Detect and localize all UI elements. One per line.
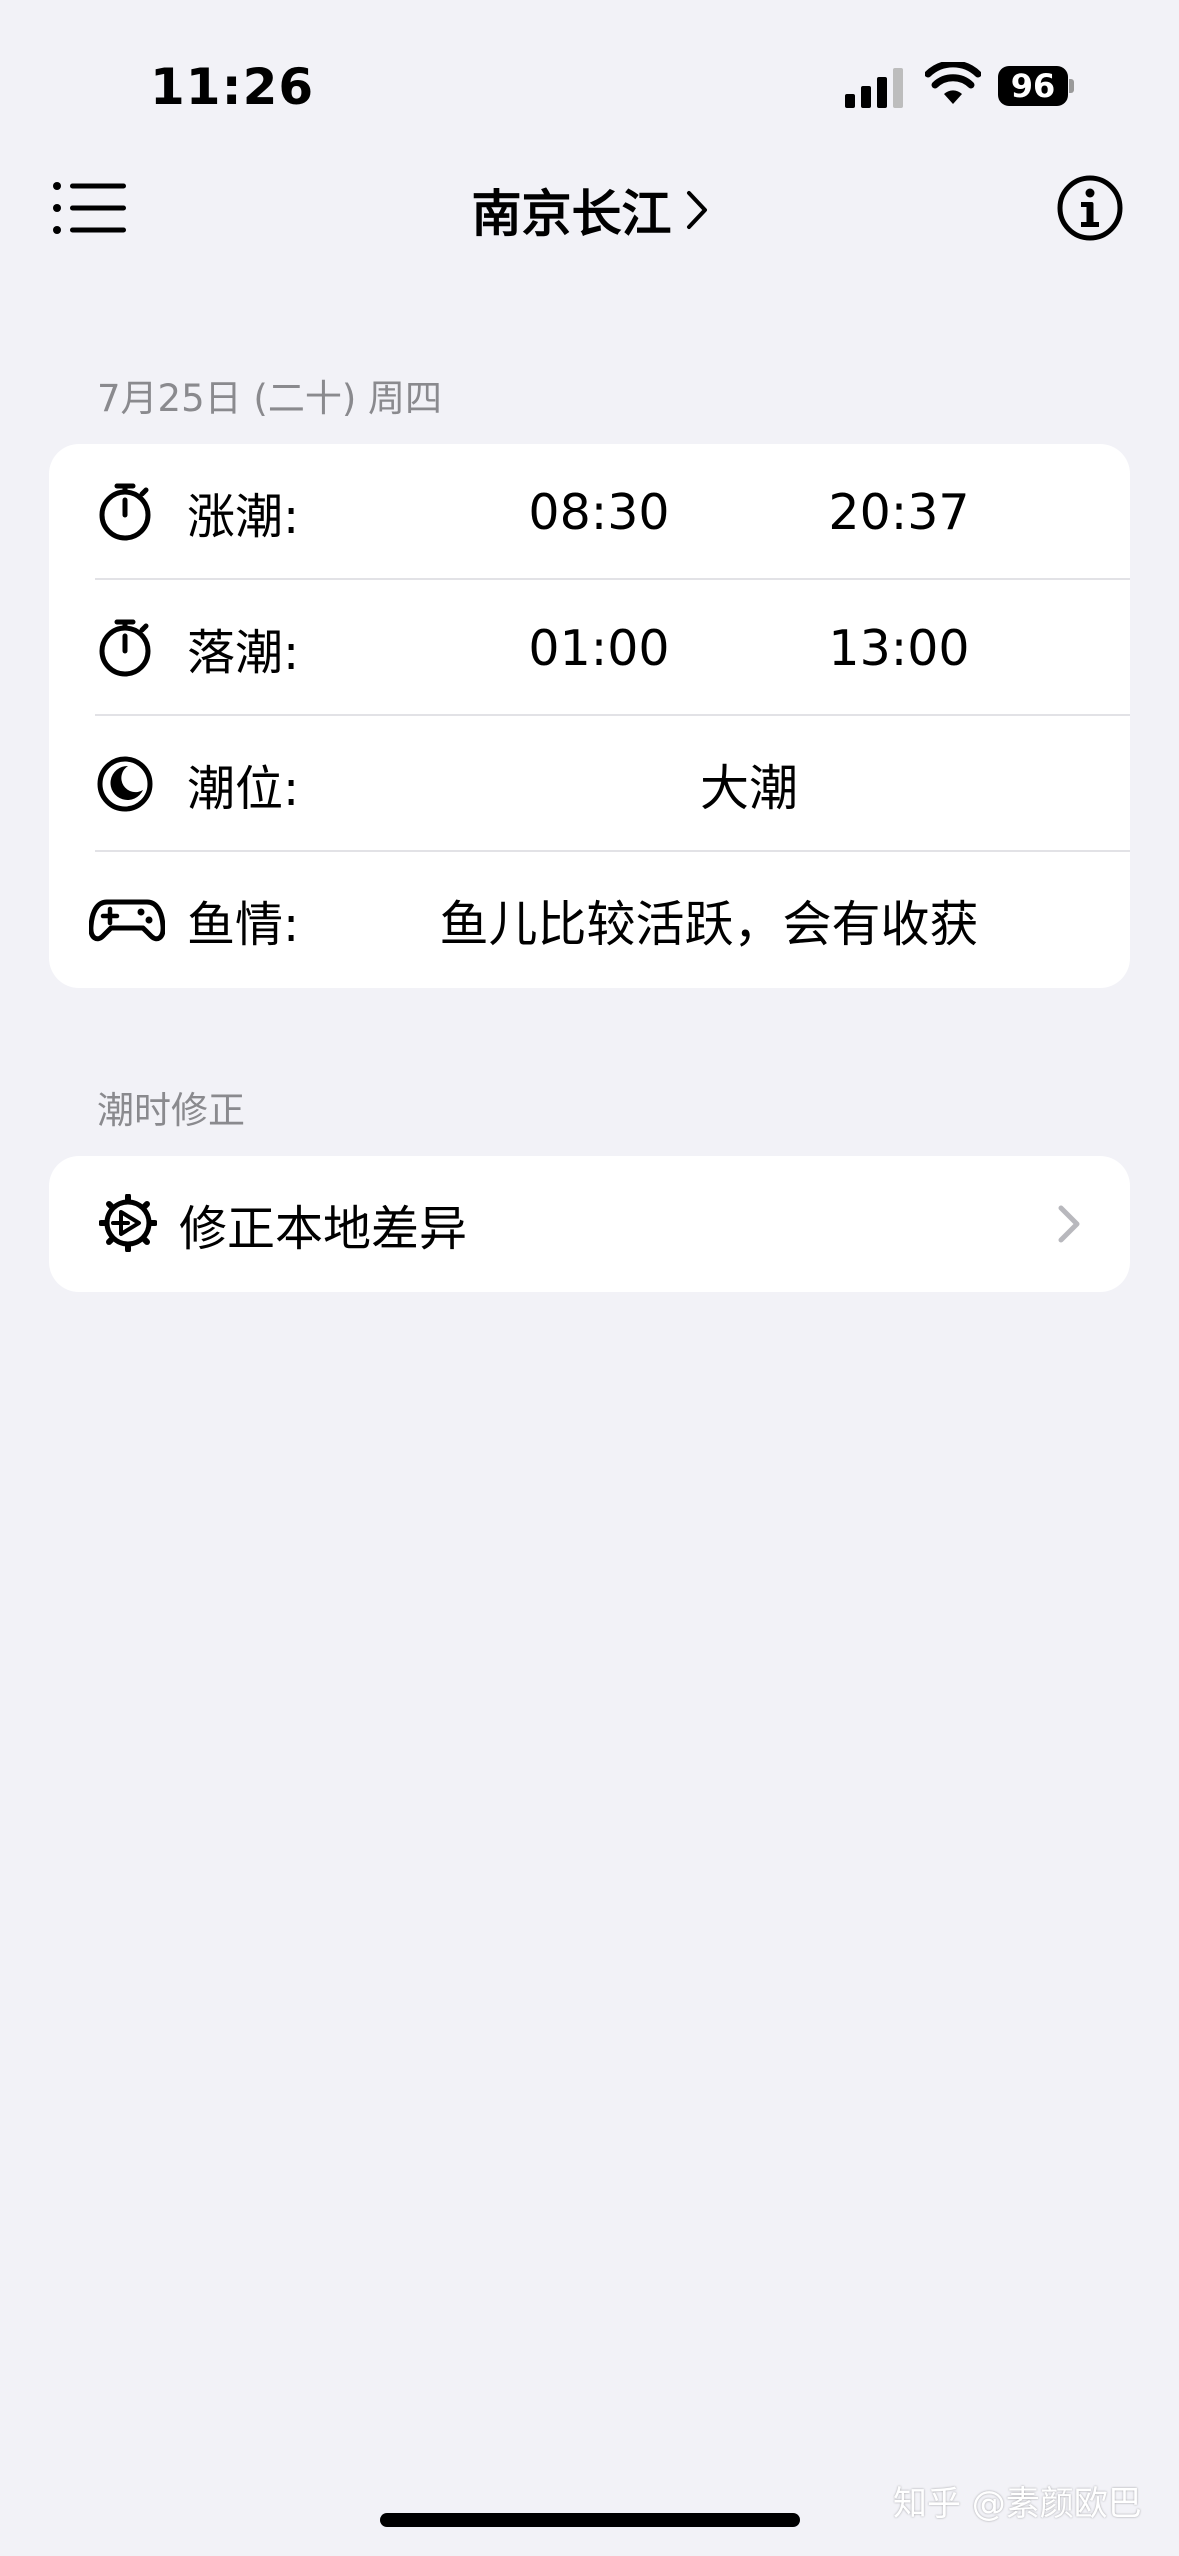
watermark: 知乎 @素颜欧巴 bbox=[893, 2484, 1142, 2524]
fishing-row: 鱼情: 鱼儿比较活跃，会有收获 bbox=[49, 852, 1130, 988]
wifi-icon bbox=[925, 62, 981, 104]
timer-icon bbox=[99, 483, 151, 541]
correction-card: 修正本地差异 bbox=[49, 1156, 1130, 1292]
timer-icon bbox=[99, 619, 151, 677]
cellular-signal-icon bbox=[845, 68, 903, 108]
gear-icon bbox=[99, 1194, 157, 1252]
low-tide-time-1: 01:00 bbox=[528, 619, 670, 677]
status-time: 11:26 bbox=[150, 58, 315, 116]
correction-section-header: 潮时修正 bbox=[97, 1089, 245, 1132]
low-tide-time-2: 13:00 bbox=[828, 619, 970, 677]
tide-level-value: 大潮 bbox=[699, 759, 798, 817]
high-tide-row: 涨潮: 08:30 20:37 bbox=[49, 444, 1130, 580]
chevron-right-icon bbox=[686, 191, 707, 229]
home-indicator bbox=[380, 2513, 800, 2527]
info-icon[interactable] bbox=[1056, 174, 1124, 242]
chevron-right-icon bbox=[1058, 1205, 1080, 1243]
low-tide-label: 落潮: bbox=[187, 625, 300, 681]
fishing-value: 鱼儿比较活跃，会有收获 bbox=[439, 895, 979, 953]
tide-info-card: 涨潮: 08:30 20:37 落潮: 01:00 13:00 潮位: 大潮 鱼… bbox=[49, 444, 1130, 988]
high-tide-time-2: 20:37 bbox=[828, 483, 970, 541]
battery-indicator: 96 bbox=[998, 66, 1074, 106]
local-correction-label: 修正本地差异 bbox=[179, 1201, 468, 1257]
moon-icon bbox=[97, 756, 153, 812]
nav-title: 南京长江 bbox=[471, 185, 672, 243]
high-tide-time-1: 08:30 bbox=[528, 483, 670, 541]
location-selector-button[interactable]: 南京长江 bbox=[0, 172, 1179, 248]
gamecontroller-icon bbox=[89, 899, 165, 942]
tide-level-row: 潮位: 大潮 bbox=[49, 716, 1130, 852]
tide-date-header: 7月25日 (二十) 周四 bbox=[97, 377, 443, 420]
battery-level: 96 bbox=[998, 66, 1068, 106]
local-correction-row[interactable]: 修正本地差异 bbox=[49, 1156, 1130, 1292]
low-tide-row: 落潮: 01:00 13:00 bbox=[49, 580, 1130, 716]
battery-nub bbox=[1069, 79, 1074, 93]
tide-level-label: 潮位: bbox=[187, 761, 300, 817]
high-tide-label: 涨潮: bbox=[187, 489, 300, 545]
fishing-label: 鱼情: bbox=[187, 897, 300, 953]
